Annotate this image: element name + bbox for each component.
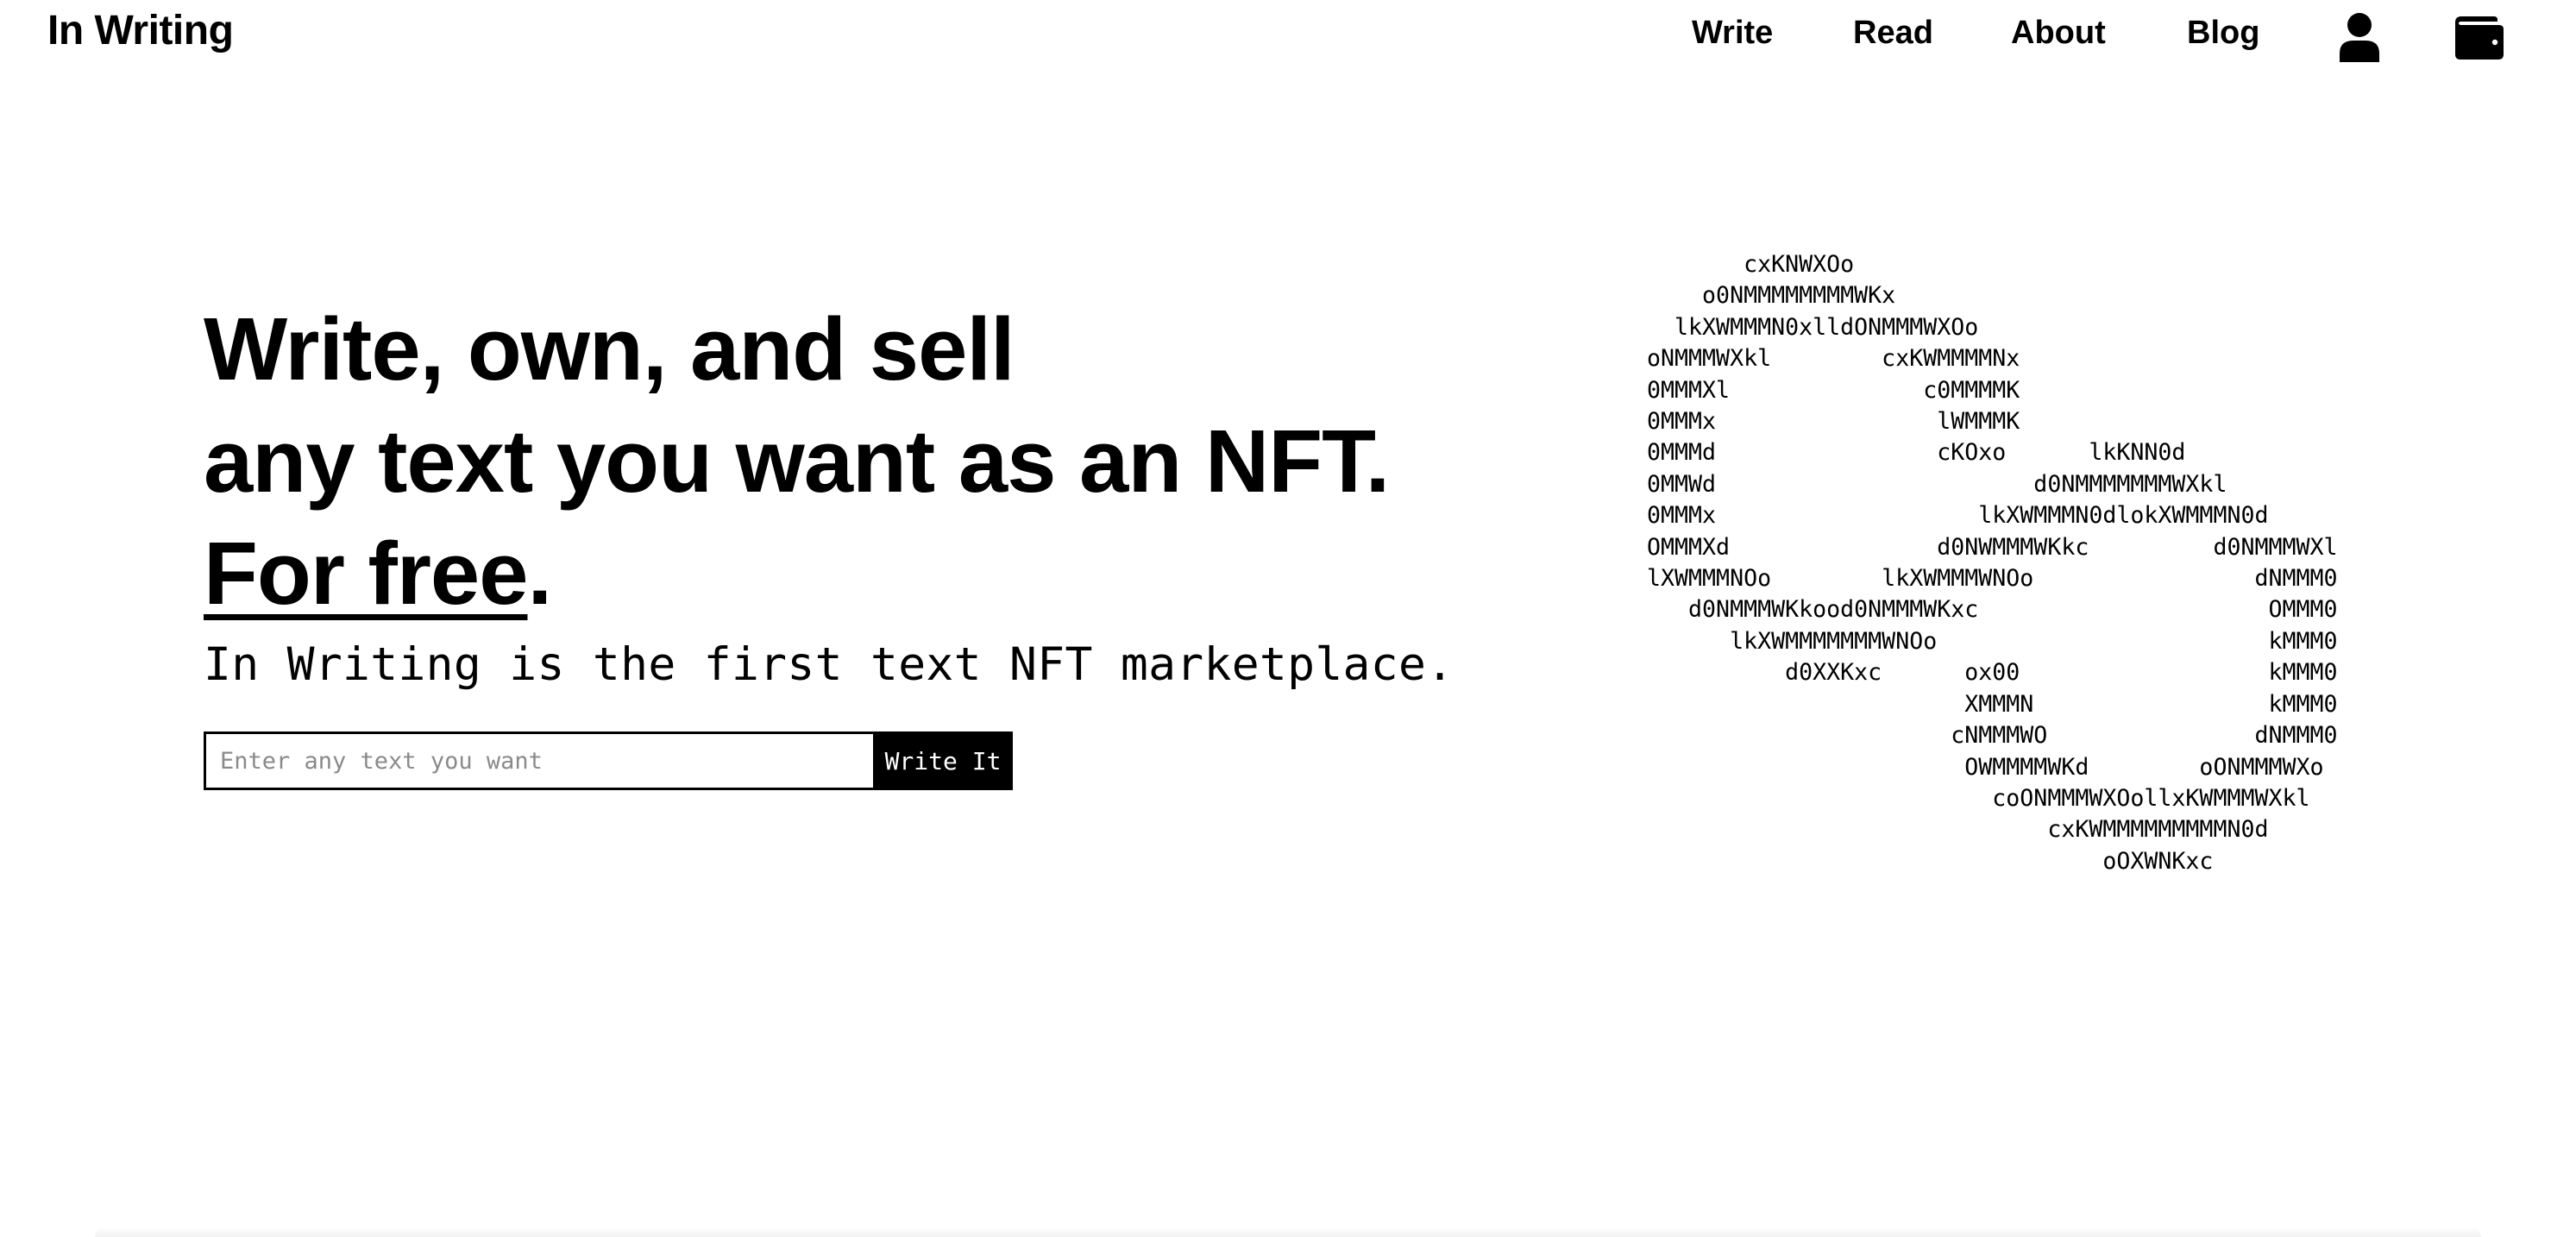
text-input[interactable]: [204, 732, 873, 790]
footer-edge: [95, 1227, 2481, 1237]
tagline: In Writing is the first text NFT marketp…: [204, 638, 1454, 691]
hero-heading-line-3: For free.: [204, 518, 1389, 630]
nav-link-write[interactable]: Write: [1692, 15, 1773, 52]
for-free-link[interactable]: For free: [204, 524, 528, 623]
nav-link-blog[interactable]: Blog: [2187, 15, 2259, 52]
wallet-button[interactable]: [2454, 16, 2504, 60]
nav-link-read[interactable]: Read: [1853, 15, 1933, 52]
navbar: In Writing Write Read About Blog: [0, 0, 2576, 78]
brand-logo-link[interactable]: In Writing: [47, 7, 234, 54]
heading-period: .: [527, 524, 552, 623]
ascii-art-logo: cxKNWXOo o0NMMMMMMMMWKx lkXWMMMN0xlldONM…: [1647, 251, 2338, 875]
hero-heading-line-2: any text you want as an NFT.: [204, 411, 1390, 511]
hero-heading: Write, own, and sell any text you want a…: [204, 293, 1390, 630]
write-it-button[interactable]: Write It: [873, 732, 1013, 790]
hero-heading-line-1: Write, own, and sell: [204, 299, 1015, 399]
wallet-icon: [2455, 16, 2504, 60]
account-button[interactable]: [2338, 12, 2381, 64]
nav-link-about[interactable]: About: [2011, 15, 2106, 52]
user-icon: [2340, 13, 2379, 62]
write-form: Write It: [204, 732, 1013, 790]
